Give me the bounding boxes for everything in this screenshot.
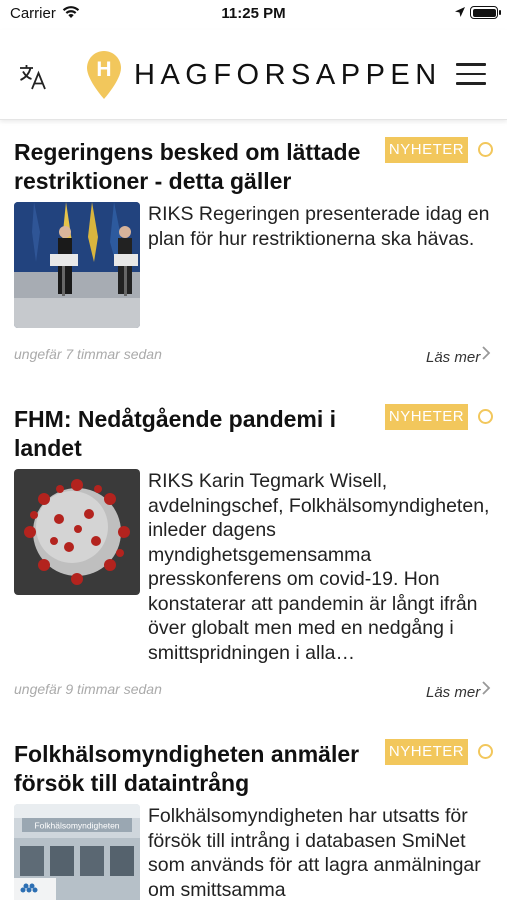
article-thumbnail[interactable]	[14, 469, 140, 595]
category-badge: NYHETER	[385, 137, 468, 163]
read-more-link[interactable]: Läs mer	[426, 349, 480, 366]
article-time: ungefär 7 timmar sedan	[14, 346, 162, 362]
unread-indicator-icon	[478, 744, 493, 759]
status-bar: Carrier 11:25 PM	[0, 0, 507, 30]
article-title[interactable]: FHM: Nedåtgående pandemi i landet	[14, 405, 374, 463]
category-badge: NYHETER	[385, 739, 468, 765]
chevron-right-icon[interactable]	[481, 681, 491, 695]
article-title[interactable]: Regeringens besked om lättade restriktio…	[14, 138, 374, 196]
article-excerpt: RIKS Regeringen presenterade idag en pla…	[148, 203, 490, 250]
battery-icon	[470, 6, 501, 19]
hamburger-menu-icon[interactable]	[456, 63, 486, 89]
svg-text:Folkhälsomyndigheten: Folkhälsomyndigheten	[34, 821, 119, 831]
article-excerpt: RIKS Karin Tegmark Wisell, avdelningsche…	[148, 470, 490, 664]
app-logo: H HAGFORSAPPEN	[86, 50, 442, 100]
press-conference-photo	[14, 202, 140, 328]
chevron-right-icon[interactable]	[481, 346, 491, 360]
svg-text:H: H	[96, 58, 111, 81]
unread-indicator-icon	[478, 142, 493, 157]
read-more-link[interactable]: Läs mer	[426, 684, 480, 701]
article-excerpt: Folkhälsomyndigheten har utsatts för för…	[148, 805, 481, 900]
category-badge: NYHETER	[385, 404, 468, 430]
agency-building-photo: Folkhälsomyndigheten	[14, 804, 140, 900]
clock: 11:25 PM	[221, 5, 286, 22]
article-thumbnail[interactable]: Folkhälsomyndigheten	[14, 804, 140, 900]
brand-name: HAGFORSAPPEN	[134, 58, 442, 91]
app-header: H HAGFORSAPPEN	[0, 30, 507, 120]
location-arrow-icon	[455, 7, 465, 17]
translate-icon[interactable]	[18, 62, 48, 92]
article-title[interactable]: Folkhälsomyndigheten anmäler försök till…	[14, 740, 374, 798]
article-time: ungefär 9 timmar sedan	[14, 681, 162, 697]
unread-indicator-icon	[478, 409, 493, 424]
map-pin-logo-icon: H	[87, 51, 121, 99]
article-thumbnail[interactable]	[14, 202, 140, 328]
coronavirus-illustration	[14, 469, 140, 595]
